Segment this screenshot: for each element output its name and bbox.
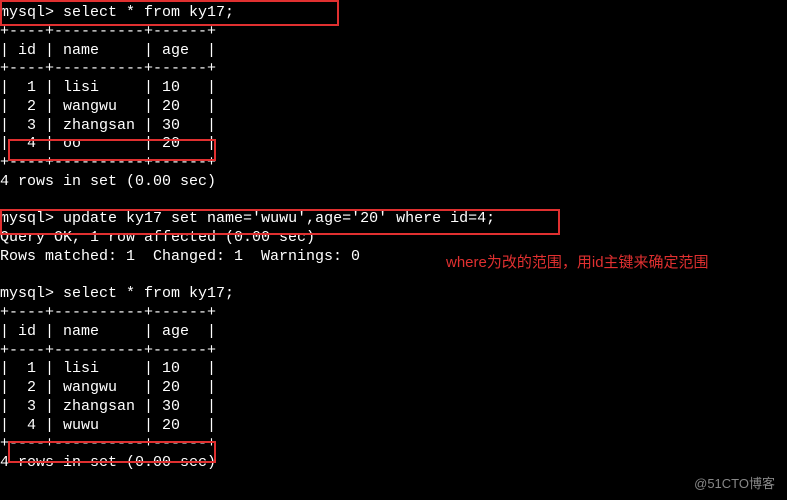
watermark: @51CTO博客 [694, 476, 775, 492]
table2-row-0: | 1 | lisi | 10 | [0, 360, 787, 379]
result2a: Query OK, 1 row affected (0.00 sec) [0, 229, 787, 248]
table1-sep-mid: +----+----------+------+ [0, 60, 787, 79]
table2-sep-mid: +----+----------+------+ [0, 342, 787, 361]
table2-sep-bot: +----+----------+------+ [0, 435, 787, 454]
table1-header: | id | name | age | [0, 42, 787, 61]
table2-row-2: | 3 | zhangsan | 30 | [0, 398, 787, 417]
cmd-line-2: mysql> update ky17 set name='wuwu',age='… [0, 210, 787, 229]
sql-update: update ky17 set name='wuwu',age='20' whe… [63, 210, 495, 227]
cmd-line-1: mysql> select * from ky17; [0, 4, 787, 23]
table1-row-3: | 4 | oo | 20 | [0, 135, 787, 154]
sql-select-2: select * from ky17; [63, 285, 234, 302]
blank1 [0, 192, 787, 211]
mysql-prompt: mysql> [0, 4, 54, 21]
table1-row-2: | 3 | zhangsan | 30 | [0, 117, 787, 136]
table1-row-0: | 1 | lisi | 10 | [0, 79, 787, 98]
table1-sep-top: +----+----------+------+ [0, 23, 787, 42]
table2-row-1: | 2 | wangwu | 20 | [0, 379, 787, 398]
table1-row-1: | 2 | wangwu | 20 | [0, 98, 787, 117]
mysql-prompt: mysql> [0, 285, 54, 302]
table2-row-3: | 4 | wuwu | 20 | [0, 417, 787, 436]
table2-header: | id | name | age | [0, 323, 787, 342]
result3: 4 rows in set (0.00 sec) [0, 454, 787, 473]
table2-sep-top: +----+----------+------+ [0, 304, 787, 323]
table1-sep-bot: +----+----------+------+ [0, 154, 787, 173]
sql-select-1: select * from ky17; [63, 4, 234, 21]
cmd-line-3: mysql> select * from ky17; [0, 285, 787, 304]
mysql-prompt: mysql> [0, 210, 54, 227]
annotation-where: where为改的范围，用id主键来确定范围 [446, 254, 709, 273]
result1: 4 rows in set (0.00 sec) [0, 173, 787, 192]
